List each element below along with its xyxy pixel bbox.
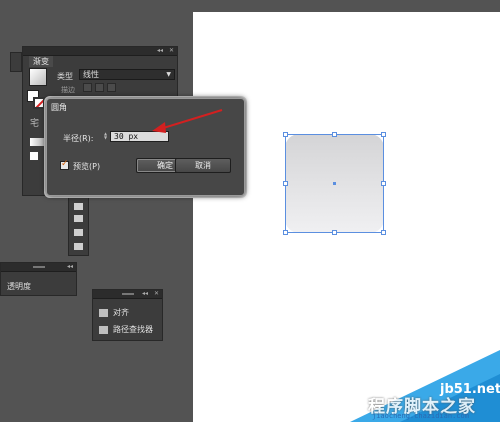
annotation-arrow-icon <box>152 109 223 133</box>
